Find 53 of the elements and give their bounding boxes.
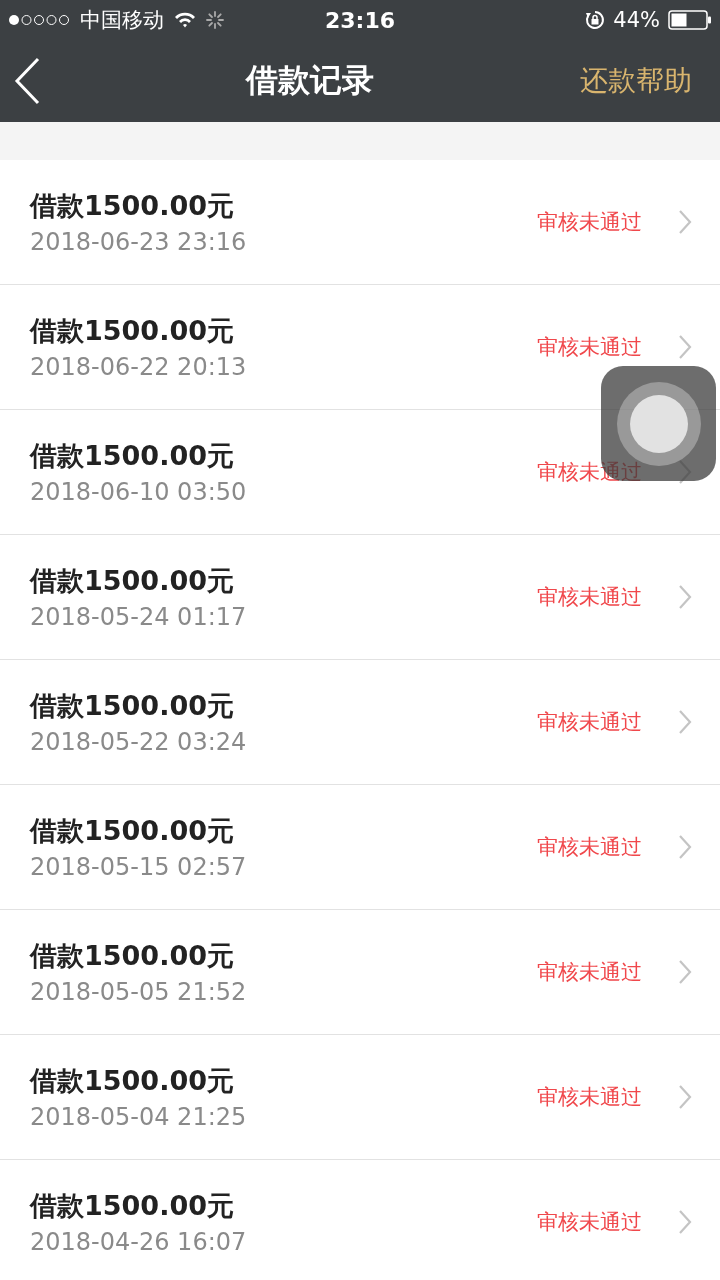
loan-amount: 借款1500.00元 [30, 189, 235, 223]
chevron-icon [678, 584, 692, 610]
chevron-icon [678, 334, 692, 360]
rotation-lock-icon [585, 10, 606, 30]
battery-percent: 44% [613, 8, 660, 32]
review-status: 审核未通过 [537, 1084, 642, 1111]
chevron-icon [678, 1084, 692, 1110]
carrier-name: 中国移动 [80, 7, 164, 34]
review-status: 审核未通过 [537, 834, 642, 861]
chevron-icon [678, 209, 692, 235]
loan-record-item[interactable]: 借款1500.00元 2018-05-04 21:25 审核未通过 [0, 1035, 720, 1160]
page-title: 借款记录 [246, 60, 374, 101]
loan-amount: 借款1500.00元 [30, 939, 235, 973]
loan-amount: 借款1500.00元 [30, 314, 235, 348]
loan-date: 2018-06-22 20:13 [30, 353, 248, 381]
review-status: 审核未通过 [537, 209, 642, 236]
loan-amount: 借款1500.00元 [30, 814, 235, 848]
battery-icon [668, 10, 712, 30]
loan-date: 2018-06-10 03:50 [30, 478, 248, 506]
loan-record-item[interactable]: 借款1500.00元 2018-05-22 03:24 审核未通过 [0, 660, 720, 785]
loan-amount: 借款1500.00元 [30, 689, 235, 723]
back-button[interactable] [14, 57, 40, 105]
loan-amount: 借款1500.00元 [30, 439, 235, 473]
chevron-icon [678, 959, 692, 985]
loan-record-item[interactable]: 借款1500.00元 2018-06-23 23:16 审核未通过 [0, 160, 720, 285]
loan-amount: 借款1500.00元 [30, 1064, 235, 1098]
loan-date: 2018-05-15 02:57 [30, 853, 248, 881]
loan-date: 2018-05-22 03:24 [30, 728, 248, 756]
chevron-icon [678, 1209, 692, 1235]
loan-date: 2018-05-24 01:17 [30, 603, 248, 631]
spinner-icon [206, 11, 224, 29]
wifi-icon [174, 12, 196, 28]
chevron-icon [678, 709, 692, 735]
loan-amount: 借款1500.00元 [30, 564, 235, 598]
assistive-touch-button[interactable] [601, 366, 716, 481]
signal-icon [8, 14, 70, 26]
loan-record-item[interactable]: 借款1500.00元 2018-05-24 01:17 审核未通过 [0, 535, 720, 660]
clock-time: 23:16 [325, 7, 395, 33]
loan-date: 2018-06-23 23:16 [30, 228, 248, 256]
review-status: 审核未通过 [537, 334, 642, 361]
review-status: 审核未通过 [537, 959, 642, 986]
review-status: 审核未通过 [537, 584, 642, 611]
loan-amount: 借款1500.00元 [30, 1189, 235, 1223]
loan-record-item[interactable]: 借款1500.00元 2018-05-15 02:57 审核未通过 [0, 785, 720, 910]
repayment-help-button[interactable]: 还款帮助 [580, 62, 692, 100]
loan-record-item[interactable]: 借款1500.00元 2018-05-05 21:52 审核未通过 [0, 910, 720, 1035]
chevron-icon [678, 834, 692, 860]
loan-record-item[interactable]: 借款1500.00元 2018-04-26 16:07 审核未通过 [0, 1160, 720, 1280]
loan-date: 2018-04-26 16:07 [30, 1228, 248, 1256]
review-status: 审核未通过 [537, 709, 642, 736]
loan-date: 2018-05-04 21:25 [30, 1103, 248, 1131]
loan-date: 2018-05-05 21:52 [30, 978, 248, 1006]
review-status: 审核未通过 [537, 1209, 642, 1236]
